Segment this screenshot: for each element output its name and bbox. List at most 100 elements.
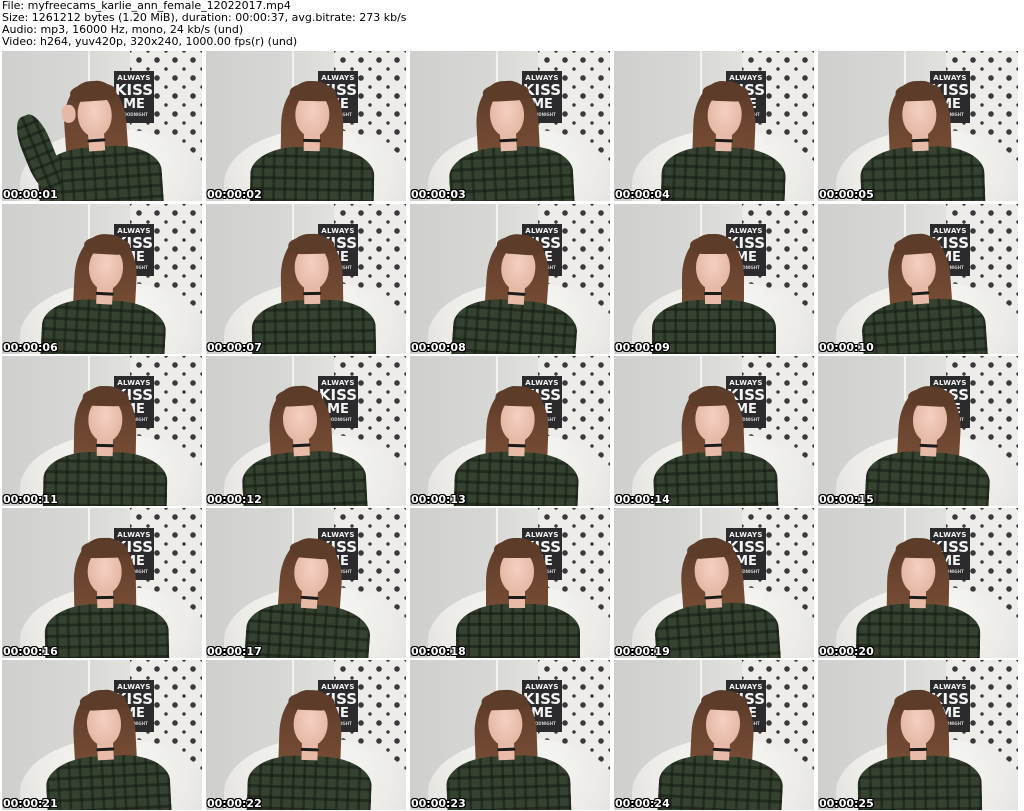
video-thumbnail[interactable]: ALWAYS KISS ME GOODNIGHT 00:00:14 bbox=[614, 356, 814, 506]
thumbnail-timestamp: 00:00:08 bbox=[411, 341, 466, 354]
hair-fringe bbox=[702, 82, 749, 102]
video-thumbnail[interactable]: ALWAYSKISSMEGOODNIGHT00:00:11 bbox=[2, 356, 202, 506]
person bbox=[206, 356, 401, 506]
thumbnail-timestamp: 00:00:22 bbox=[207, 797, 262, 810]
choker-necklace bbox=[909, 747, 928, 752]
person bbox=[619, 51, 814, 201]
thumbnail-timestamp: 00:00:18 bbox=[411, 645, 466, 658]
choker-necklace bbox=[95, 443, 114, 448]
video-thumbnail[interactable]: ALWAYS KISS ME GOODNIGHT 00:00:10 bbox=[818, 204, 1018, 354]
choker-necklace bbox=[303, 291, 322, 296]
choker-necklace bbox=[704, 443, 723, 448]
thumbnail-timestamp: 00:00:19 bbox=[615, 645, 670, 658]
choker-necklace bbox=[508, 596, 526, 599]
choker-necklace bbox=[704, 292, 722, 295]
person bbox=[818, 508, 1016, 658]
hair-fringe bbox=[83, 235, 131, 256]
video-thumbnail[interactable]: ALWAYSKISSMEGOODNIGHT00:00:22 bbox=[206, 660, 406, 810]
thumbnail-timestamp: 00:00:24 bbox=[615, 797, 670, 810]
person bbox=[2, 51, 197, 201]
person bbox=[410, 51, 608, 201]
video-thumbnail[interactable]: ALWAYSKISSMEGOODNIGHT00:00:08 bbox=[410, 204, 610, 354]
plaid-shirt bbox=[39, 297, 168, 354]
thumbnail-timestamp: 00:00:23 bbox=[411, 797, 466, 810]
hair-fringe bbox=[494, 540, 540, 558]
thumbnail-timestamp: 00:00:05 bbox=[819, 188, 874, 201]
plaid-shirt bbox=[251, 298, 377, 354]
person bbox=[414, 508, 610, 658]
person bbox=[412, 356, 610, 506]
hair-fringe bbox=[289, 82, 336, 102]
person bbox=[2, 204, 202, 354]
plaid-shirt bbox=[652, 300, 776, 354]
person bbox=[614, 356, 812, 506]
person bbox=[614, 204, 810, 354]
video-thumbnail[interactable]: ALWAYSKISSMEGOODNIGHT00:00:16 bbox=[2, 508, 202, 658]
video-thumbnail[interactable]: ALWAYSKISSMEGOODNIGHT00:00:21 bbox=[2, 660, 202, 810]
plaid-shirt bbox=[44, 602, 170, 658]
video-thumbnail[interactable]: ALWAYS KISS ME GOODNIGHT 00:00:01 bbox=[2, 51, 202, 201]
video-thumbnail[interactable]: ALWAYSKISSMEGOODNIGHT00:00:18 bbox=[410, 508, 610, 658]
person bbox=[823, 356, 1018, 506]
person bbox=[206, 508, 406, 658]
choker-necklace bbox=[507, 443, 526, 448]
file-info-header: File: myfreecams_karlie_ann_female_12022… bbox=[2, 0, 407, 48]
video-thumbnail[interactable]: ALWAYS KISS ME GOODNIGHT 00:00:23 bbox=[410, 660, 610, 810]
video-thumbnail[interactable]: ALWAYS KISS ME GOODNIGHT 00:00:09 bbox=[614, 204, 814, 354]
video-thumbnail[interactable]: ALWAYSKISSMEGOODNIGHT00:00:02 bbox=[206, 51, 406, 201]
thumbnail-timestamp: 00:00:04 bbox=[615, 188, 670, 201]
video-thumbnail[interactable]: ALWAYS KISS ME GOODNIGHT 00:00:19 bbox=[614, 508, 814, 658]
video-info-line: Video: h264, yuv420p, 320x240, 1000.00 f… bbox=[2, 35, 298, 48]
video-thumbnail[interactable]: ALWAYS KISS ME GOODNIGHT 00:00:12 bbox=[206, 356, 406, 506]
person bbox=[2, 508, 202, 658]
person bbox=[206, 660, 406, 810]
hair-fringe bbox=[495, 387, 542, 407]
thumbnail-timestamp: 00:00:09 bbox=[615, 341, 670, 354]
plaid-shirt bbox=[453, 450, 580, 506]
plaid-shirt bbox=[652, 449, 779, 506]
hair-fringe bbox=[688, 387, 735, 407]
hair-fringe bbox=[481, 691, 528, 711]
person bbox=[818, 51, 1018, 201]
person bbox=[410, 660, 605, 810]
hair-fringe bbox=[907, 387, 955, 408]
person bbox=[2, 660, 202, 810]
choker-necklace bbox=[300, 747, 319, 752]
person bbox=[2, 356, 202, 506]
video-thumbnail[interactable]: ALWAYSKISSMEGOODNIGHT00:00:06 bbox=[2, 204, 202, 354]
choker-necklace bbox=[302, 138, 321, 143]
plaid-shirt bbox=[450, 296, 579, 354]
video-thumbnail[interactable]: ALWAYS KISS ME GOODNIGHT 00:00:20 bbox=[818, 508, 1018, 658]
hair-fringe bbox=[700, 691, 748, 712]
choker-necklace bbox=[911, 138, 930, 143]
thumbnail-timestamp: 00:00:21 bbox=[3, 797, 58, 810]
person bbox=[410, 204, 610, 354]
choker-necklace bbox=[96, 595, 115, 600]
plaid-shirt bbox=[660, 145, 787, 201]
thumbnail-timestamp: 00:00:15 bbox=[819, 493, 874, 506]
hair-fringe bbox=[482, 81, 530, 103]
video-thumbnail[interactable]: ALWAYSKISSMEGOODNIGHT00:00:13 bbox=[410, 356, 610, 506]
hair-fringe bbox=[81, 539, 128, 559]
plaid-shirt bbox=[42, 450, 168, 506]
plaid-shirt bbox=[863, 449, 992, 506]
video-thumbnail[interactable]: ALWAYS KISS ME GOODNIGHT 00:00:25 bbox=[818, 660, 1018, 810]
hand bbox=[60, 104, 77, 124]
thumbnail-timestamp: 00:00:10 bbox=[819, 341, 874, 354]
video-thumbnail[interactable]: ALWAYS KISS ME GOODNIGHT 00:00:05 bbox=[818, 51, 1018, 201]
thumbnail-timestamp: 00:00:06 bbox=[3, 341, 58, 354]
person bbox=[616, 660, 814, 810]
video-thumbnail[interactable]: ALWAYS KISS ME GOODNIGHT 00:00:03 bbox=[410, 51, 610, 201]
video-thumbnail[interactable]: ALWAYSKISSMEGOODNIGHT00:00:24 bbox=[614, 660, 814, 810]
thumbnail-timestamp: 00:00:20 bbox=[819, 645, 874, 658]
hair-fringe bbox=[496, 234, 544, 257]
video-thumbnail[interactable]: ALWAYSKISSMEGOODNIGHT00:00:17 bbox=[206, 508, 406, 658]
video-thumbnail[interactable]: ALWAYSKISSMEGOODNIGHT00:00:15 bbox=[818, 356, 1018, 506]
thumbnail-timestamp: 00:00:03 bbox=[411, 188, 466, 201]
hair-fringe bbox=[275, 386, 323, 408]
plaid-shirt bbox=[653, 599, 782, 658]
video-thumbnail[interactable]: ALWAYSKISSMEGOODNIGHT00:00:07 bbox=[206, 204, 406, 354]
video-thumbnail[interactable]: ALWAYSKISSMEGOODNIGHT00:00:04 bbox=[614, 51, 814, 201]
person bbox=[818, 204, 1018, 354]
thumbnail-grid: ALWAYSKISSMEGOODNIGHT00:00:01ALWAYSKISSM… bbox=[2, 51, 1024, 811]
